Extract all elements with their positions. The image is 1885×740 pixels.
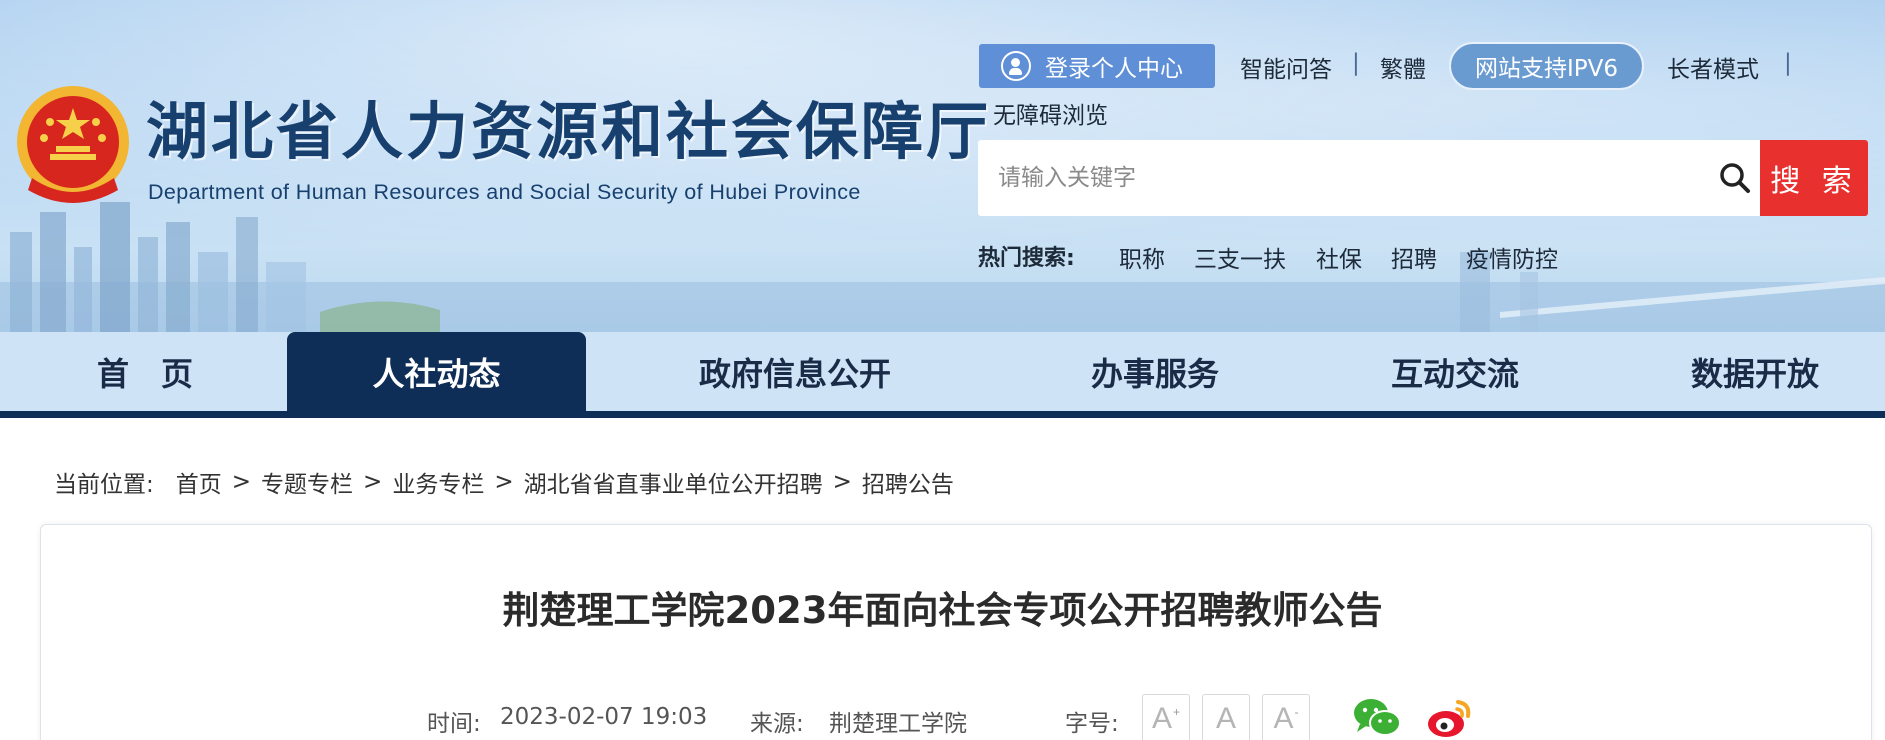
elder-mode-link[interactable]: 长者模式 <box>1667 50 1759 84</box>
font-size-label: 字号: <box>1065 711 1119 737</box>
font-button-letter: A <box>1151 702 1172 735</box>
search-input[interactable] <box>998 140 1678 216</box>
user-icon <box>1001 51 1031 81</box>
publish-time: 2023-02-07 19:03 <box>500 704 708 730</box>
separator: | <box>1352 50 1360 76</box>
nav-item-gov-info[interactable]: 政府信息公开 <box>650 332 940 411</box>
breadcrumb-item[interactable]: 专题专栏 <box>261 465 353 499</box>
login-label: 登录个人中心 <box>1045 56 1183 82</box>
wechat-icon[interactable] <box>1352 696 1402 740</box>
site-subtitle: Department of Human Resources and Social… <box>148 180 861 204</box>
traditional-chinese-link[interactable]: 繁體 <box>1380 50 1426 84</box>
article-source: 荆楚理工学院 <box>829 711 967 737</box>
search-icon[interactable] <box>1718 161 1752 195</box>
font-size-decrease-button[interactable]: A- <box>1262 694 1310 740</box>
font-size-default-button[interactable]: A <box>1202 694 1250 740</box>
ipv6-support-badge[interactable]: 网站支持IPV6 <box>1449 42 1644 90</box>
breadcrumb-prefix: 当前位置: <box>54 472 154 498</box>
main-nav: 首 页 人社动态 政府信息公开 办事服务 互动交流 数据开放 <box>0 332 1885 418</box>
breadcrumb-item[interactable]: 首页 <box>176 465 222 499</box>
site-title: 湖北省人力资源和社会保障厅 <box>146 95 992 168</box>
accessible-browsing-link[interactable]: 无障碍浏览 <box>993 96 1108 130</box>
font-button-letter: A <box>1215 702 1236 735</box>
breadcrumb: 当前位置: 首页 > 专题专栏 > 业务专栏 > 湖北省省直事业单位公开招聘 >… <box>54 464 954 500</box>
breadcrumb-item[interactable]: 湖北省省直事业单位公开招聘 <box>524 465 823 499</box>
login-personal-center-button[interactable]: 登录个人中心 <box>979 44 1215 88</box>
national-emblem-icon <box>17 86 129 203</box>
hot-search-label: 热门搜索: <box>978 246 1075 271</box>
font-size-increase-button[interactable]: A + <box>1142 694 1190 740</box>
weibo-icon[interactable] <box>1424 696 1474 740</box>
article-title: 荆楚理工学院2023年面向社会专项公开招聘教师公告 <box>502 589 1383 632</box>
source-label: 来源: <box>750 711 804 737</box>
hot-search-item[interactable]: 招聘 <box>1391 240 1437 274</box>
time-label: 时间: <box>427 711 481 737</box>
header-banner: 湖北省人力资源和社会保障厅 Department of Human Resour… <box>0 0 1885 332</box>
smart-qa-link[interactable]: 智能问答 <box>1240 50 1332 84</box>
font-button-mark: + <box>1173 705 1181 719</box>
hot-search-item[interactable]: 职称 <box>1119 240 1165 274</box>
nav-item-home[interactable]: 首 页 <box>40 332 250 411</box>
search-box <box>978 140 1760 216</box>
breadcrumb-separator: > <box>832 469 852 495</box>
nav-item-hr-news[interactable]: 人社动态 <box>287 332 586 411</box>
separator: | <box>1784 50 1792 76</box>
hot-search-item[interactable]: 社保 <box>1316 240 1362 274</box>
hot-search-item[interactable]: 三支一扶 <box>1194 240 1286 274</box>
breadcrumb-separator: > <box>363 469 383 495</box>
breadcrumb-item[interactable]: 招聘公告 <box>862 465 954 499</box>
breadcrumb-separator: > <box>231 469 252 495</box>
search-button[interactable]: 搜 索 <box>1760 140 1868 216</box>
font-button-mark: - <box>1294 705 1299 719</box>
font-button-letter: A <box>1273 702 1294 735</box>
nav-item-interaction[interactable]: 互动交流 <box>1310 332 1600 411</box>
nav-item-services[interactable]: 办事服务 <box>1010 332 1300 411</box>
nav-item-open-data[interactable]: 数据开放 <box>1610 332 1885 411</box>
hot-search-item[interactable]: 疫情防控 <box>1466 240 1558 274</box>
breadcrumb-separator: > <box>494 469 514 495</box>
breadcrumb-item[interactable]: 业务专栏 <box>392 465 484 499</box>
